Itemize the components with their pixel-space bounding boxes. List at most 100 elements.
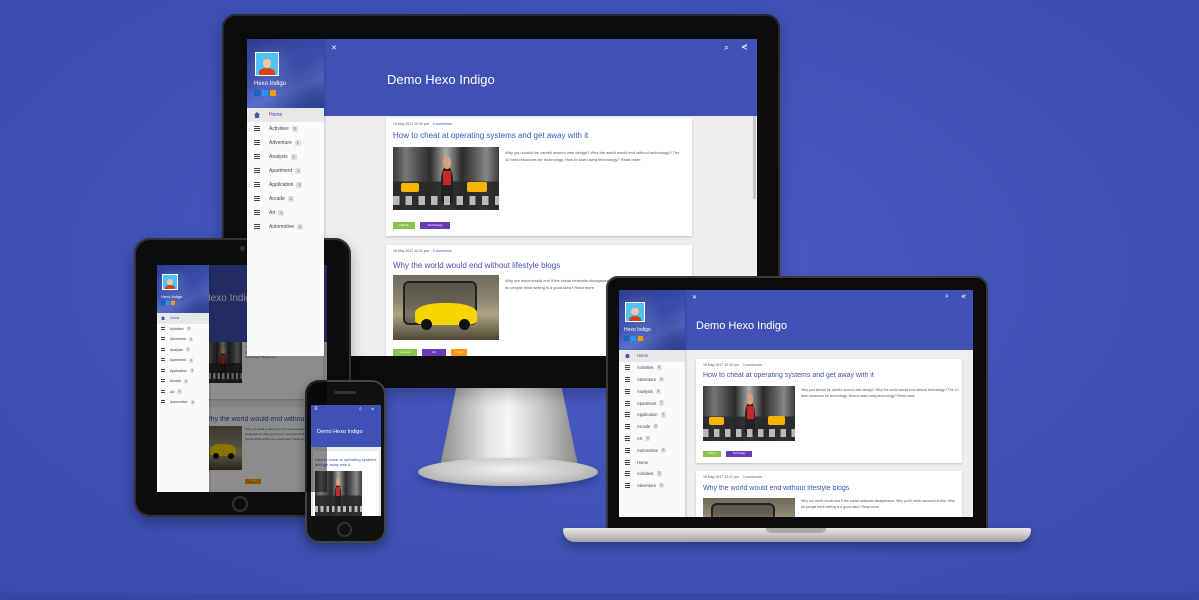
sidebar-item[interactable]: Activities 2: [619, 468, 685, 480]
sidebar-item[interactable]: Apartment 1: [619, 397, 685, 409]
sidebar-item-count: 2: [660, 447, 666, 453]
tag-travel[interactable]: Travel: [451, 349, 467, 356]
sidebar-item-label: Adventure: [637, 483, 657, 489]
sidebar-item[interactable]: Adventure 1: [619, 480, 685, 492]
sidebar-item[interactable]: Application 1: [619, 409, 685, 421]
author-name: Hexo Indigo: [254, 81, 287, 87]
sidebar-item[interactable]: Activities 2: [157, 324, 209, 335]
tablet-home-button[interactable]: [232, 496, 248, 512]
avatar[interactable]: [625, 302, 645, 322]
search-icon[interactable]: ⌕: [724, 42, 729, 53]
sidebar-item[interactable]: Arcade 2: [157, 376, 209, 387]
tag-technology[interactable]: Technology: [420, 222, 450, 229]
rss-icon[interactable]: [171, 301, 175, 305]
laptop-notch: [766, 528, 826, 533]
tag-lifestyle[interactable]: Lifestyle: [393, 349, 417, 356]
post-meta: 18 May 2017 10:30 pm 0 comments: [393, 122, 452, 126]
avatar[interactable]: [162, 274, 178, 290]
sidebar-item-label: Activities: [170, 326, 184, 331]
rss-icon[interactable]: [638, 336, 643, 341]
post-excerpt: Why you should be careful around web des…: [801, 388, 959, 398]
sidebar-item[interactable]: Analysis 1: [247, 150, 324, 164]
sidebar-item-count: 2: [186, 326, 191, 332]
search-icon[interactable]: ⌕: [945, 293, 949, 301]
post-title[interactable]: Why the world would end without lifestyl…: [703, 485, 958, 492]
tag-art[interactable]: Art: [422, 349, 446, 356]
blog-title: Demo Hexo Indigo: [317, 429, 363, 435]
post-title[interactable]: Why the world would end without lifestyl…: [393, 261, 688, 270]
sidebar-item-count: 1: [190, 368, 195, 374]
share-icon[interactable]: ⋞: [741, 42, 748, 51]
sidebar-item-label: Arcade: [269, 196, 285, 202]
sidebar-item[interactable]: Automotive 2: [247, 220, 324, 234]
sidebar-item[interactable]: Art 1: [247, 206, 324, 220]
post-excerpt: Why our world would end if the social ne…: [801, 499, 955, 509]
sidebar-item[interactable]: Analysis 1: [157, 345, 209, 356]
sidebar-item[interactable]: Activities 2: [619, 362, 685, 374]
sidebar-item[interactable]: Arcade 2: [247, 192, 324, 206]
sidebar-item[interactable]: Automotive 2: [619, 444, 685, 456]
sidebar-item[interactable]: Apartment 1: [247, 164, 324, 178]
sidebar: Hexo Indigo Home Activities 2 Adventure 1 Ana…: [157, 265, 209, 492]
sidebar-item-label: Home: [637, 459, 649, 465]
phone-home-button[interactable]: [337, 522, 352, 537]
twitter-icon[interactable]: [631, 336, 636, 341]
sidebar-item[interactable]: Apartment 1: [157, 355, 209, 366]
sidebar-item[interactable]: Adventure 1: [157, 334, 209, 345]
sidebar-item[interactable]: Arcade 2: [619, 421, 685, 433]
sidebar-item[interactable]: Home: [619, 456, 685, 468]
sidebar-item[interactable]: Analysis 1: [619, 385, 685, 397]
add-icon[interactable]: [624, 336, 629, 341]
sidebar-item[interactable]: Automotive 2: [157, 397, 209, 408]
sidebar-item-count: 1: [659, 400, 665, 406]
sidebar-item[interactable]: Home: [619, 350, 685, 362]
sidebar-item[interactable]: Art 1: [619, 433, 685, 445]
tag-nature[interactable]: Nature: [393, 222, 415, 229]
sidebar-item[interactable]: Application 1: [157, 366, 209, 377]
sidebar-item-count: 1: [188, 336, 194, 342]
tag-nature[interactable]: Nature: [703, 451, 721, 457]
sidebar-item-label: Automotive: [170, 400, 188, 405]
post-image[interactable]: [703, 386, 795, 441]
list-icon: [254, 224, 260, 230]
sidebar-item[interactable]: Art 1: [157, 387, 209, 398]
twitter-icon[interactable]: [166, 301, 170, 305]
list-icon: [161, 347, 165, 352]
add-icon[interactable]: [254, 90, 260, 96]
twitter-icon[interactable]: [262, 90, 268, 96]
tablet-camera: [240, 246, 245, 251]
sidebar-item[interactable]: Application 1: [247, 178, 324, 192]
post-image[interactable]: [703, 498, 795, 517]
post-image[interactable]: [393, 275, 499, 340]
sidebar-item[interactable]: Home: [247, 108, 324, 122]
search-icon[interactable]: ⌕: [359, 406, 362, 412]
share-icon[interactable]: ⋞: [961, 293, 966, 300]
sidebar: Hexo Indigo Home Activities 2 Adventure 1 Ana…: [619, 290, 685, 517]
responsive-showcase: ✕ Demo Hexo Indigo ⌕ ⋞ Hexo Indigo Home A…: [0, 0, 1199, 600]
avatar[interactable]: [255, 52, 279, 76]
rss-icon[interactable]: [270, 90, 276, 96]
sidebar-item[interactable]: Home: [157, 313, 209, 324]
list-icon: [254, 210, 260, 216]
category-menu: Home Activities 2 Adventure 1 Analysis 1 Apartm…: [619, 350, 685, 492]
list-icon: [254, 126, 260, 132]
menu-icon[interactable]: ≡: [314, 406, 318, 412]
post-image[interactable]: [393, 147, 499, 210]
sidebar-item[interactable]: Activities 2: [247, 122, 324, 136]
share-icon[interactable]: ⋞: [371, 406, 374, 411]
add-icon[interactable]: [161, 301, 165, 305]
tag-technology[interactable]: Technology: [726, 451, 752, 457]
sidebar-item-count: 2: [287, 195, 294, 203]
close-icon[interactable]: ✕: [692, 294, 697, 301]
sidebar-item[interactable]: Adventure 1: [247, 136, 324, 150]
list-icon: [625, 471, 630, 477]
category-menu: Home Activities 2 Adventure 1 Analysis 1 Apartm…: [157, 313, 209, 408]
sidebar-item-count: 1: [186, 347, 191, 353]
sidebar-item-count: 1: [659, 376, 665, 383]
post-title[interactable]: How to cheat at operating systems and ge…: [393, 131, 688, 140]
author-name: Hexo Indigo: [624, 327, 651, 333]
sidebar-item[interactable]: Adventure 1: [619, 374, 685, 386]
close-icon[interactable]: ✕: [331, 44, 337, 52]
post-title[interactable]: How to cheat at operating systems and ge…: [703, 372, 958, 379]
sidebar-item-label: Art: [269, 210, 276, 216]
